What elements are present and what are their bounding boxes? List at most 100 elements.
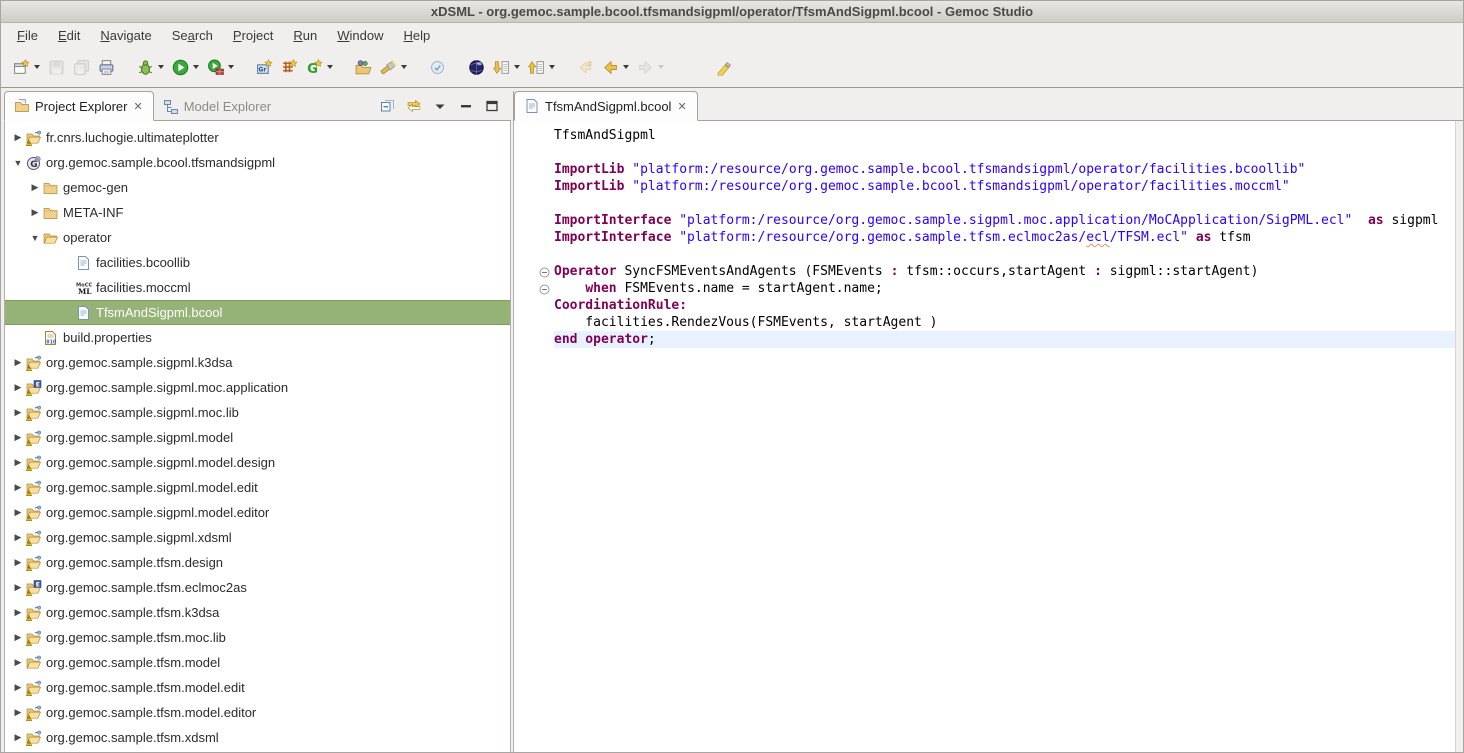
last-edit-location-button[interactable]: [573, 54, 598, 80]
search-button[interactable]: [376, 54, 411, 80]
dropdown-arrow-icon[interactable]: [228, 65, 234, 69]
save-button[interactable]: [44, 54, 69, 80]
tree-item-org-gemoc-sample-tfsm-k3dsa[interactable]: ▶org.gemoc.sample.tfsm.k3dsa: [5, 600, 510, 625]
expand-arrow-icon[interactable]: ▶: [11, 482, 25, 493]
dropdown-arrow-icon[interactable]: [158, 65, 164, 69]
view-menu-button[interactable]: [431, 98, 449, 114]
expand-arrow-icon[interactable]: ▶: [11, 407, 25, 418]
forward-button[interactable]: [633, 54, 668, 80]
keyword-token: Operator: [554, 264, 617, 279]
back-button[interactable]: [598, 54, 633, 80]
link-with-editor-button[interactable]: [405, 98, 423, 114]
expand-arrow-icon[interactable]: ▶: [28, 182, 42, 193]
dropdown-arrow-icon[interactable]: [623, 65, 629, 69]
tree-item-facilities-moccml[interactable]: MoCCMLfacilities.moccml: [5, 275, 510, 300]
expand-arrow-icon[interactable]: ▶: [11, 457, 25, 468]
tree-item-org-gemoc-sample-sigpml-model-editor[interactable]: ▶org.gemoc.sample.sigpml.model.editor: [5, 500, 510, 525]
tab-close-icon[interactable]: ✕: [676, 100, 687, 113]
menu-edit[interactable]: Edit: [48, 25, 90, 46]
menu-file[interactable]: File: [7, 25, 48, 46]
tree-item-org-gemoc-sample-bcool-tfsmandsigpml[interactable]: ▼Gorg.gemoc.sample.bcool.tfsmandsigpml: [5, 150, 510, 175]
expand-arrow-icon[interactable]: ▶: [11, 557, 25, 568]
tree-item-fr-cnrs-luchogie-ultimateplotter[interactable]: ▶fr.cnrs.luchogie.ultimateplotter: [5, 125, 510, 150]
dropdown-arrow-icon[interactable]: [514, 65, 520, 69]
external-browser-button[interactable]: [464, 54, 489, 80]
maximize-button[interactable]: [483, 98, 501, 114]
open-task-button[interactable]: [425, 54, 450, 80]
expand-arrow-icon[interactable]: ▶: [11, 357, 25, 368]
expand-arrow-icon[interactable]: ▶: [11, 582, 25, 593]
new-representation-button[interactable]: Gr: [252, 54, 277, 80]
view-tab-project-explorer[interactable]: Project Explorer✕: [4, 91, 154, 121]
new-wizard-button[interactable]: [9, 54, 44, 80]
dropdown-arrow-icon[interactable]: [401, 65, 407, 69]
tree-item-tfsmandsigpml-bcool[interactable]: TfsmAndSigpml.bcool: [5, 300, 510, 325]
save-all-button[interactable]: [69, 54, 94, 80]
tree-item-org-gemoc-sample-tfsm-model[interactable]: ▶org.gemoc.sample.tfsm.model: [5, 650, 510, 675]
expand-arrow-icon[interactable]: ▶: [11, 657, 25, 668]
open-type-button[interactable]: [351, 54, 376, 80]
debug-button[interactable]: [133, 54, 168, 80]
menu-search[interactable]: Search: [162, 25, 223, 46]
tree-item-meta-inf[interactable]: ▶META-INF: [5, 200, 510, 225]
expand-arrow-icon[interactable]: ▶: [11, 432, 25, 443]
dropdown-arrow-icon[interactable]: [193, 65, 199, 69]
code-editor[interactable]: TfsmAndSigpml ImportLib "platform:/resou…: [514, 121, 1455, 752]
tree-item-org-gemoc-sample-tfsm-model-edit[interactable]: ▶org.gemoc.sample.tfsm.model.edit: [5, 675, 510, 700]
collapse-arrow-icon[interactable]: ▼: [28, 233, 42, 243]
expand-arrow-icon[interactable]: ▶: [11, 682, 25, 693]
expand-arrow-icon[interactable]: ▶: [11, 382, 25, 393]
tree-item-facilities-bcoollib[interactable]: facilities.bcoollib: [5, 250, 510, 275]
next-annotation-button[interactable]: [489, 54, 524, 80]
expand-arrow-icon[interactable]: ▶: [11, 607, 25, 618]
menu-navigate[interactable]: Navigate: [90, 25, 161, 46]
expand-arrow-icon[interactable]: ▶: [11, 532, 25, 543]
tree-item-org-gemoc-sample-tfsm-moc-lib[interactable]: ▶org.gemoc.sample.tfsm.moc.lib: [5, 625, 510, 650]
fold-collapse-icon[interactable]: [539, 283, 550, 294]
fold-collapse-icon[interactable]: [539, 266, 550, 277]
menu-help[interactable]: Help: [393, 25, 440, 46]
print-button[interactable]: [94, 54, 119, 80]
tree-item-org-gemoc-sample-sigpml-model[interactable]: ▶org.gemoc.sample.sigpml.model: [5, 425, 510, 450]
collapse-arrow-icon[interactable]: ▼: [11, 158, 25, 168]
run-skip-breakpoints-button[interactable]: [203, 54, 238, 80]
new-model-button[interactable]: [277, 54, 302, 80]
tree-item-org-gemoc-sample-sigpml-moc-application[interactable]: ▶Eorg.gemoc.sample.sigpml.moc.applicatio…: [5, 375, 510, 400]
previous-annotation-button[interactable]: [524, 54, 559, 80]
title-bar[interactable]: xDSML - org.gemoc.sample.bcool.tfsmandsi…: [1, 1, 1463, 23]
tree-item-org-gemoc-sample-tfsm-model-editor[interactable]: ▶org.gemoc.sample.tfsm.model.editor: [5, 700, 510, 725]
view-tab-model-explorer[interactable]: Model Explorer: [154, 93, 280, 120]
tree-item-org-gemoc-sample-tfsm-design[interactable]: ▶org.gemoc.sample.tfsm.design: [5, 550, 510, 575]
expand-arrow-icon[interactable]: ▶: [11, 632, 25, 643]
tree-item-org-gemoc-sample-tfsm-xdsml[interactable]: ▶org.gemoc.sample.tfsm.xdsml: [5, 725, 510, 750]
tree-item-org-gemoc-sample-sigpml-k3dsa[interactable]: ▶org.gemoc.sample.sigpml.k3dsa: [5, 350, 510, 375]
tree-item-org-gemoc-sample-sigpml-xdsml[interactable]: ▶org.gemoc.sample.sigpml.xdsml: [5, 525, 510, 550]
highlighter-button[interactable]: [712, 54, 737, 80]
tree-item-build-properties[interactable]: 010build.properties: [5, 325, 510, 350]
run-button[interactable]: [168, 54, 203, 80]
tree-item-org-gemoc-sample-sigpml-moc-lib[interactable]: ▶org.gemoc.sample.sigpml.moc.lib: [5, 400, 510, 425]
minimize-button[interactable]: [457, 98, 475, 114]
expand-arrow-icon[interactable]: ▶: [11, 707, 25, 718]
dropdown-arrow-icon[interactable]: [658, 65, 664, 69]
tree-item-org-gemoc-sample-sigpml-model-design[interactable]: ▶org.gemoc.sample.sigpml.model.design: [5, 450, 510, 475]
tab-close-icon[interactable]: ✕: [132, 100, 143, 113]
dropdown-arrow-icon[interactable]: [549, 65, 555, 69]
expand-arrow-icon[interactable]: ▶: [11, 132, 25, 143]
dropdown-arrow-icon[interactable]: [34, 65, 40, 69]
menu-run[interactable]: Run: [283, 25, 327, 46]
expand-arrow-icon[interactable]: ▶: [28, 207, 42, 218]
expand-arrow-icon[interactable]: ▶: [11, 507, 25, 518]
overview-ruler[interactable]: [1455, 121, 1463, 752]
menu-window[interactable]: Window: [327, 25, 393, 46]
editor-tab-tfsmandsigpml-bcool[interactable]: TfsmAndSigpml.bcool✕: [514, 91, 698, 121]
tree-item-gemoc-gen[interactable]: ▶gemoc-gen: [5, 175, 510, 200]
new-class-button[interactable]: G: [302, 54, 337, 80]
tree-item-org-gemoc-sample-sigpml-model-edit[interactable]: ▶org.gemoc.sample.sigpml.model.edit: [5, 475, 510, 500]
tree-item-operator[interactable]: ▼operator: [5, 225, 510, 250]
collapse-all-button[interactable]: [379, 98, 397, 114]
expand-arrow-icon[interactable]: ▶: [11, 732, 25, 743]
menu-project[interactable]: Project: [223, 25, 283, 46]
tree-item-org-gemoc-sample-tfsm-eclmoc2as[interactable]: ▶Eorg.gemoc.sample.tfsm.eclmoc2as: [5, 575, 510, 600]
dropdown-arrow-icon[interactable]: [327, 65, 333, 69]
